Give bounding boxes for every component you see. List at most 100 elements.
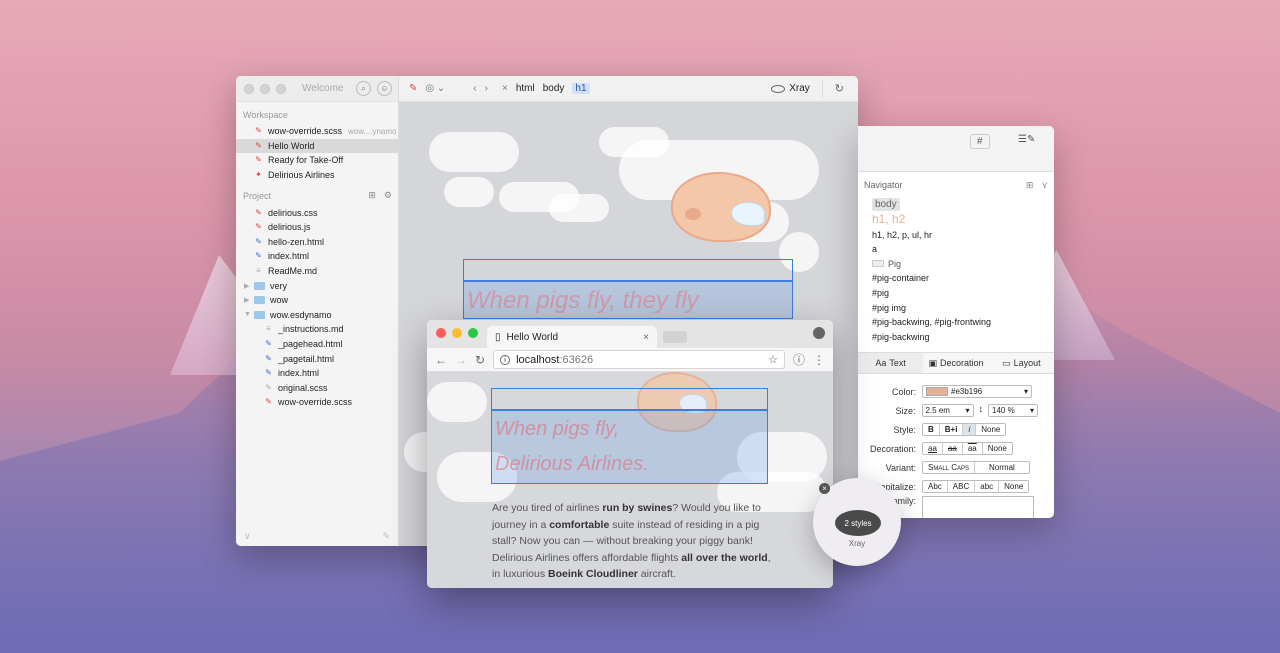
font-family-field[interactable]	[922, 496, 1034, 518]
disclosure-icon[interactable]: ▶	[244, 282, 249, 290]
disclosure-icon[interactable]: ▼	[244, 311, 251, 318]
add-file-icon[interactable]: ⊞	[368, 190, 376, 201]
style-bold-option[interactable]: B	[923, 424, 940, 436]
users-icon[interactable]: ☺	[377, 81, 392, 96]
file-item[interactable]: ✎ delirious.js	[236, 220, 398, 235]
workspace-item[interactable]: ✎ Hello World	[236, 138, 398, 154]
filter-icon[interactable]: ∨	[244, 531, 251, 542]
bookmark-star-icon[interactable]: ☆	[768, 353, 784, 366]
browser-tab[interactable]: ▯ Hello World ×	[487, 326, 657, 348]
profile-icon[interactable]	[813, 327, 825, 339]
capitalize-title-option[interactable]: Abc	[923, 481, 948, 493]
close-button[interactable]	[436, 328, 446, 338]
close-icon[interactable]: ×	[819, 483, 830, 494]
forward-icon[interactable]: ›	[485, 83, 488, 94]
navigator-item[interactable]: Pig	[858, 257, 1054, 272]
browser-viewport[interactable]: When pigs fly, Delirious Airlines. Are y…	[427, 372, 833, 588]
style-bold-italic-option[interactable]: B+i	[939, 424, 964, 436]
tab-text[interactable]: Aa Text	[858, 353, 924, 374]
file-item[interactable]: ≡ _instructions.md	[236, 322, 398, 337]
xray-eye-icon[interactable]: 2 styles	[835, 510, 881, 536]
extension-icon[interactable]: ⓘ	[793, 351, 805, 368]
close-tab-icon[interactable]: ×	[643, 332, 649, 343]
zoom-button[interactable]	[276, 83, 286, 94]
reload-icon[interactable]: ↻	[831, 82, 858, 95]
capitalize-lower-option[interactable]: abc	[975, 481, 1000, 493]
variant-small-caps-option[interactable]: Small Caps	[923, 462, 976, 474]
pen-icon[interactable]: ✎	[409, 83, 417, 94]
variant-normal-option[interactable]: Normal	[975, 462, 1029, 474]
file-item[interactable]: ✎ _pagetail.html	[236, 351, 398, 366]
breadcrumb-h1[interactable]: h1	[572, 83, 590, 94]
breadcrumb-body[interactable]: body	[543, 83, 565, 94]
add-rule-icon[interactable]: ⊞	[1026, 180, 1034, 191]
file-item[interactable]: ✎ _pagehead.html	[236, 337, 398, 352]
file-item[interactable]: ✎ original.scss	[236, 381, 398, 396]
pig-wing	[731, 202, 765, 226]
clear-selection-icon[interactable]: ×	[502, 83, 508, 94]
filter-icon[interactable]: ⋎	[1041, 180, 1048, 191]
selector-hash-button[interactable]: #	[970, 134, 990, 149]
file-item[interactable]: ✎ index.html	[236, 249, 398, 264]
workspace-item[interactable]: ✦ Delirious Airlines	[236, 168, 398, 183]
url-field[interactable]: i localhost:63626 ☆	[493, 350, 785, 369]
navigator-item[interactable]: #pig-backwing, #pig-frontwing	[858, 315, 1054, 330]
capitalize-none-option[interactable]: None	[999, 481, 1029, 493]
menu-icon[interactable]: ⋮	[813, 353, 825, 367]
options-icon[interactable]: ⚙	[384, 190, 392, 201]
search-icon[interactable]: ⌕	[356, 81, 371, 96]
decoration-underline-option[interactable]: aa	[923, 443, 943, 455]
reload-icon[interactable]: ↻	[475, 353, 485, 367]
breadcrumb-html[interactable]: html	[516, 83, 535, 94]
inspector-toolbar: # ☰✎	[858, 126, 1054, 172]
decoration-strike-option[interactable]: aa	[942, 443, 963, 455]
capitalize-upper-option[interactable]: ABC	[947, 481, 976, 493]
settings-icon[interactable]: ✎	[382, 531, 390, 542]
minimize-button[interactable]	[452, 328, 462, 338]
style-none-option[interactable]: None	[976, 424, 1006, 436]
navigator-item[interactable]: body	[858, 197, 1054, 212]
disclosure-icon[interactable]: ▶	[244, 296, 249, 304]
file-item[interactable]: ✎ hello-zen.html	[236, 235, 398, 250]
file-item[interactable]: ✎ index.html	[236, 366, 398, 381]
color-picker[interactable]: #e3b196 ▾	[922, 385, 1032, 399]
forward-icon[interactable]: →	[455, 353, 467, 367]
decoration-overline-option[interactable]: aa	[962, 443, 983, 455]
xray-button[interactable]: Xray	[771, 79, 823, 98]
new-tab-button[interactable]	[663, 331, 687, 343]
zoom-button[interactable]	[468, 328, 478, 338]
file-item[interactable]: ≡ ReadMe.md	[236, 264, 398, 279]
style-tools-icon[interactable]: ☰✎	[1018, 134, 1035, 145]
navigator-item[interactable]: h1, h2	[858, 212, 1054, 228]
folder-item[interactable]: ▶ very	[236, 278, 398, 293]
line-height-field[interactable]: 140 % ▾	[988, 404, 1038, 418]
file-item[interactable]: ✎ wow-override.scss	[236, 395, 398, 410]
close-button[interactable]	[244, 83, 254, 94]
font-size-field[interactable]: 2.5 em ▾	[921, 404, 974, 418]
page-paragraph: Are you tired of airlines run by swines?…	[492, 500, 777, 583]
navigator-item[interactable]: #pig	[858, 286, 1054, 301]
workspace-item[interactable]: ✎ wow-override.scss wow....ynamo	[236, 124, 398, 139]
navigator-item[interactable]: #pig-backwing	[858, 330, 1054, 345]
tab-decoration[interactable]: ▣ Decoration	[923, 353, 988, 373]
back-icon[interactable]: ←	[435, 353, 447, 367]
folder-item[interactable]: ▼ wow.esdynamo	[236, 308, 398, 323]
navigator-item[interactable]: a	[858, 242, 1054, 257]
tab-layout[interactable]: ▭ Layout	[989, 353, 1054, 373]
decoration-none-option[interactable]: None	[982, 443, 1012, 455]
tab-text-label: Text	[889, 358, 906, 369]
file-item[interactable]: ✎ delirious.css	[236, 205, 398, 220]
style-italic-option[interactable]: i	[963, 424, 977, 436]
target-icon[interactable]: ◎ ⌄	[425, 83, 445, 94]
folder-item[interactable]: ▶ wow	[236, 293, 398, 308]
capitalize-segmented-control: Abc ABC abc None	[922, 480, 1030, 494]
workspace-item[interactable]: ✎ Ready for Take-Off	[236, 153, 398, 168]
project-item-label: very	[270, 280, 288, 291]
info-icon[interactable]: i	[500, 354, 511, 365]
size-row: Size: 2.5 em ▾ ↕ 140 % ▾	[858, 401, 1054, 420]
navigator-item[interactable]: h1, h2, p, ul, hr	[858, 228, 1054, 243]
navigator-item[interactable]: #pig img	[858, 301, 1054, 316]
minimize-button[interactable]	[260, 83, 270, 94]
navigator-item[interactable]: #pig-container	[858, 271, 1054, 286]
back-icon[interactable]: ‹	[473, 83, 476, 94]
